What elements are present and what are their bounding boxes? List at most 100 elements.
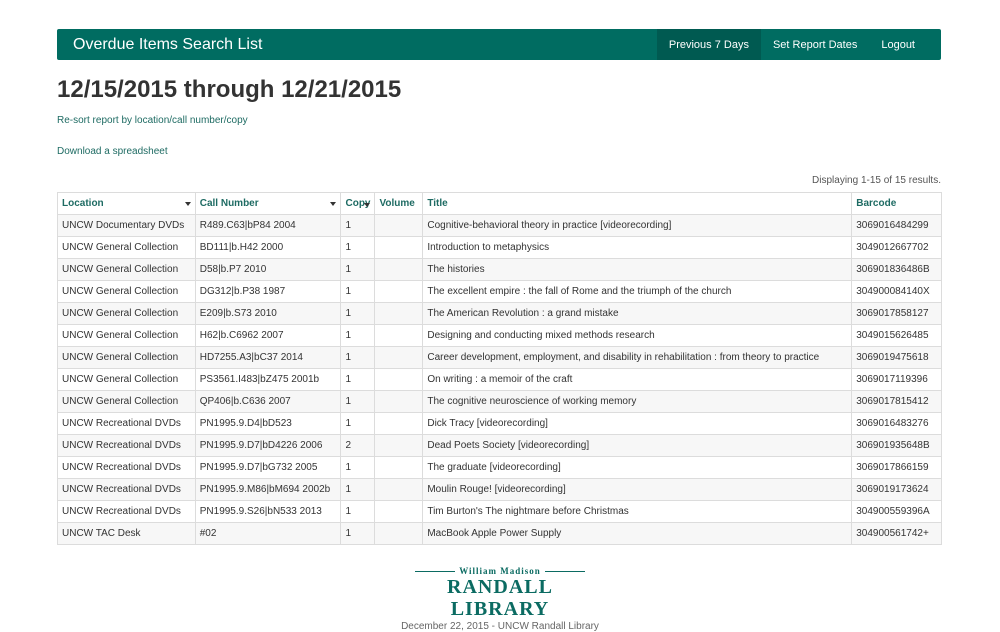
cell-title: The graduate [videorecording]: [422, 456, 853, 479]
cell-barcode: 3049012667702: [851, 236, 942, 259]
column-header-location[interactable]: Location: [57, 192, 196, 215]
cell-location: UNCW General Collection: [57, 280, 196, 303]
cell-location: UNCW Documentary DVDs: [57, 214, 196, 237]
sort-caret-icon: [330, 202, 337, 206]
cell-call-number: PN1995.9.D7|bG732 2005: [194, 456, 342, 479]
cell-location: UNCW General Collection: [57, 390, 196, 413]
column-header-barcode[interactable]: Barcode: [851, 192, 942, 215]
table-row: UNCW Recreational DVDs PN1995.9.M86|bM694…: [57, 478, 942, 501]
app-title[interactable]: Overdue Items Search List: [57, 29, 262, 60]
cell-location: UNCW Recreational DVDs: [57, 456, 196, 479]
cell-volume: [374, 324, 424, 347]
cell-volume: [374, 346, 424, 369]
cell-location: UNCW Recreational DVDs: [57, 478, 196, 501]
cell-volume: [374, 412, 424, 435]
footer: William Madison RANDALL LIBRARY December…: [400, 566, 600, 632]
cell-volume: [374, 368, 424, 391]
cell-copy: 1: [340, 368, 376, 391]
column-header-copy[interactable]: Copy: [340, 192, 376, 215]
cell-barcode: 304900561742+: [851, 522, 942, 545]
results-count: Displaying 1-15 of 15 results.: [812, 175, 941, 186]
top-navbar: Overdue Items Search List Previous 7 Day…: [57, 29, 941, 60]
cell-call-number: PN1995.9.D7|bD4226 2006: [194, 434, 342, 457]
table-row: UNCW General Collection PS3561.I483|bZ475…: [57, 368, 942, 391]
library-logo: RANDALL LIBRARY: [447, 576, 553, 620]
cell-location: UNCW TAC Desk: [57, 522, 196, 545]
cell-copy: 1: [340, 478, 376, 501]
cell-volume: [374, 434, 424, 457]
cell-barcode: 3049015626485: [851, 324, 942, 347]
resort-report-link[interactable]: Re-sort report by location/call number/c…: [57, 115, 248, 126]
cell-volume: [374, 522, 424, 545]
table-row: UNCW General Collection BD111|b.H42 2000 1…: [57, 236, 942, 259]
cell-call-number: DG312|b.P38 1987: [194, 280, 342, 303]
cell-copy: 2: [340, 434, 376, 457]
cell-volume: [374, 478, 424, 501]
nav-logout[interactable]: Logout: [869, 29, 941, 60]
cell-copy: 1: [340, 522, 376, 545]
cell-barcode: 3069019475618: [851, 346, 942, 369]
cell-location: UNCW General Collection: [57, 324, 196, 347]
cell-barcode: 3069019173624: [851, 478, 942, 501]
cell-title: Career development, employment, and disa…: [422, 346, 853, 369]
cell-copy: 1: [340, 214, 376, 237]
cell-barcode: 304900084140X: [851, 280, 942, 303]
cell-barcode: 304900559396A: [851, 500, 942, 523]
cell-volume: [374, 214, 424, 237]
cell-call-number: BD111|b.H42 2000: [194, 236, 342, 259]
table-row: UNCW Recreational DVDs PN1995.9.D7|bD4226…: [57, 434, 942, 457]
nav-previous-7-days[interactable]: Previous 7 Days: [656, 29, 761, 60]
cell-call-number: PN1995.9.S26|bN533 2013: [194, 500, 342, 523]
cell-title: Designing and conducting mixed methods r…: [422, 324, 853, 347]
table-row: UNCW Recreational DVDs PN1995.9.S26|bN533…: [57, 500, 942, 523]
cell-location: UNCW General Collection: [57, 346, 196, 369]
cell-title: The American Revolution : a grand mistak…: [422, 302, 853, 325]
column-header-call-number[interactable]: Call Number: [194, 192, 342, 215]
cell-copy: 1: [340, 302, 376, 325]
cell-barcode: 3069017866159: [851, 456, 942, 479]
cell-location: UNCW Recreational DVDs: [57, 500, 196, 523]
cell-copy: 1: [340, 236, 376, 259]
cell-copy: 1: [340, 500, 376, 523]
sort-caret-icon: [184, 202, 191, 206]
cell-volume: [374, 258, 424, 281]
cell-barcode: 306901836486B: [851, 258, 942, 281]
column-header-label: Location: [62, 198, 104, 209]
cell-barcode: 3069017119396: [851, 368, 942, 391]
cell-title: The histories: [422, 258, 853, 281]
cell-volume: [374, 280, 424, 303]
cell-volume: [374, 390, 424, 413]
cell-volume: [374, 236, 424, 259]
cell-title: Introduction to metaphysics: [422, 236, 853, 259]
overdue-items-table: Location Call Number Copy Volume Title B…: [57, 192, 942, 545]
nav-set-report-dates[interactable]: Set Report Dates: [761, 29, 869, 60]
sort-caret-icon: [364, 203, 371, 208]
library-logo-top: William Madison: [400, 566, 600, 576]
nav-links: Previous 7 Days Set Report Dates Logout: [656, 29, 941, 60]
cell-call-number: H62|b.C6962 2007: [194, 324, 342, 347]
cell-copy: 1: [340, 258, 376, 281]
cell-title: Moulin Rouge! [videorecording]: [422, 478, 853, 501]
cell-call-number: R489.C63|bP84 2004: [194, 214, 342, 237]
column-header-volume[interactable]: Volume: [374, 192, 424, 215]
cell-title: The cognitive neuroscience of working me…: [422, 390, 853, 413]
cell-copy: 1: [340, 412, 376, 435]
logo-rule: [544, 570, 585, 572]
cell-volume: [374, 302, 424, 325]
download-spreadsheet-link[interactable]: Download a spreadsheet: [57, 146, 168, 157]
cell-barcode: 3069016484299: [851, 214, 942, 237]
cell-call-number: D58|b.P7 2010: [194, 258, 342, 281]
table-row: UNCW Recreational DVDs PN1995.9.D7|bG732 …: [57, 456, 942, 479]
cell-title: On writing : a memoir of the craft: [422, 368, 853, 391]
cell-location: UNCW General Collection: [57, 302, 196, 325]
cell-barcode: 3069017815412: [851, 390, 942, 413]
footer-date-text: December 22, 2015 - UNCW Randall Library: [401, 621, 599, 632]
cell-call-number: PN1995.9.D4|bD523: [194, 412, 342, 435]
cell-barcode: 306901935648B: [851, 434, 942, 457]
column-header-label: Volume: [379, 198, 415, 209]
cell-location: UNCW General Collection: [57, 258, 196, 281]
cell-volume: [374, 456, 424, 479]
table-row: UNCW General Collection H62|b.C6962 2007 1…: [57, 324, 942, 347]
cell-barcode: 3069017858127: [851, 302, 942, 325]
column-header-title[interactable]: Title: [422, 192, 853, 215]
